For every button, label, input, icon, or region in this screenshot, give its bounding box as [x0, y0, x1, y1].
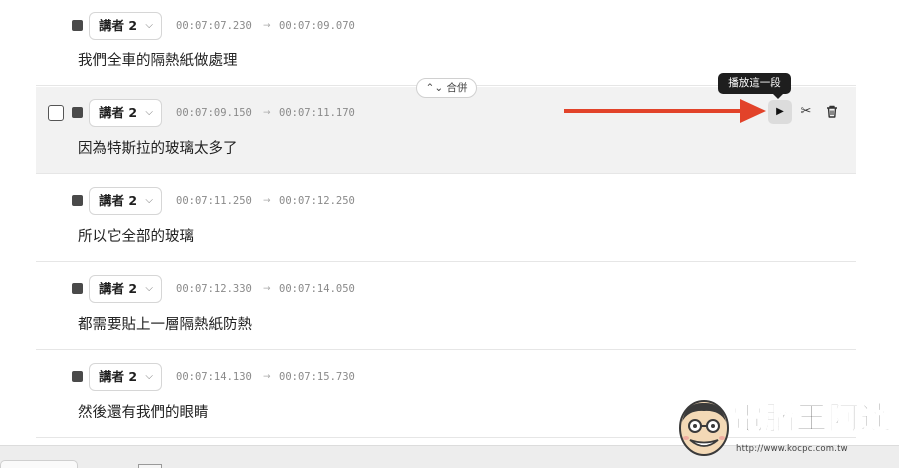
- speaker-dropdown[interactable]: 講者 2 ⌵: [89, 99, 162, 127]
- watermark-logo: 電腦王阿達 http://www.kocpc.com.tw: [672, 396, 894, 464]
- arrow-right-icon: →: [263, 372, 271, 382]
- chevron-down-icon: ⌵: [145, 107, 153, 118]
- arrow-right-icon: →: [263, 108, 271, 118]
- play-icon: ▶: [776, 106, 784, 117]
- end-time[interactable]: 00:07:11.170: [279, 99, 355, 127]
- chevron-down-icon: ⌵: [145, 371, 153, 382]
- start-time[interactable]: 00:07:09.150: [176, 99, 252, 127]
- chevron-down-icon: ⌵: [145, 195, 153, 206]
- arrow-right-icon: →: [263, 284, 271, 294]
- speaker-dropdown[interactable]: 講者 2 ⌵: [89, 363, 162, 391]
- segment-text[interactable]: 我們全車的隔熱紙做處理: [78, 49, 238, 70]
- segment-header: 講者 2 ⌵ 00:07:11.250 → 00:07:12.250: [36, 187, 856, 215]
- arrow-right-icon: →: [263, 21, 271, 31]
- segment-text[interactable]: 都需要貼上一層隔熱紙防熱: [78, 313, 252, 334]
- split-segment-button[interactable]: ✂: [796, 102, 816, 122]
- merge-button[interactable]: ⌃⌄ 合併: [416, 78, 477, 98]
- speaker-dropdown[interactable]: 講者 2 ⌵: [89, 275, 162, 303]
- segment-checkbox[interactable]: [48, 105, 64, 121]
- segment-text[interactable]: 然後還有我們的眼睛: [78, 401, 209, 422]
- start-time[interactable]: 00:07:11.250: [176, 187, 252, 215]
- speaker-dropdown[interactable]: 講者 2 ⌵: [89, 187, 162, 215]
- start-time[interactable]: 00:07:14.130: [176, 363, 252, 391]
- arrow-right-icon: →: [263, 196, 271, 206]
- segment-row[interactable]: 講者 2 ⌵ 00:07:11.250 → 00:07:12.250 所以它全部的…: [36, 175, 856, 262]
- start-time[interactable]: 00:07:07.230: [176, 12, 252, 40]
- chevron-up-down-icon: ⌃⌄: [425, 82, 444, 94]
- play-segment-button[interactable]: ▶: [768, 100, 792, 124]
- segment-row[interactable]: 講者 2 ⌵ 00:07:12.330 → 00:07:14.050 都需要貼上一…: [36, 263, 856, 350]
- speaker-color-swatch: [72, 371, 83, 382]
- segment-header: 講者 2 ⌵ 00:07:12.330 → 00:07:14.050: [36, 275, 856, 303]
- speaker-color-swatch: [72, 195, 83, 206]
- start-time[interactable]: 00:07:12.330: [176, 275, 252, 303]
- watermark-brand: 電腦王阿達: [732, 401, 892, 438]
- speaker-color-swatch: [72, 20, 83, 31]
- end-time[interactable]: 00:07:12.250: [279, 187, 355, 215]
- speaker-dropdown[interactable]: 講者 2 ⌵: [89, 12, 162, 40]
- bottom-tab-small[interactable]: [138, 464, 162, 468]
- play-tooltip: 播放這一段: [718, 73, 791, 99]
- segment-header: 講者 2 ⌵ 00:07:07.230 → 00:07:09.070: [36, 12, 856, 40]
- segment-text[interactable]: 因為特斯拉的玻璃太多了: [78, 137, 238, 158]
- delete-segment-button[interactable]: [822, 102, 842, 122]
- end-time[interactable]: 00:07:14.050: [279, 275, 355, 303]
- segment-header: 講者 2 ⌵ 00:07:14.130 → 00:07:15.730: [36, 363, 856, 391]
- segment-text[interactable]: 所以它全部的玻璃: [78, 225, 194, 246]
- chevron-down-icon: ⌵: [145, 283, 153, 294]
- annotation-arrow: [564, 99, 766, 123]
- scissors-icon: ✂: [800, 104, 812, 119]
- mascot-icon: [679, 400, 729, 456]
- watermark-url: http://www.kocpc.com.tw: [736, 444, 848, 454]
- bottom-tab[interactable]: [0, 460, 78, 468]
- speaker-color-swatch: [72, 283, 83, 294]
- chevron-down-icon: ⌵: [145, 20, 153, 31]
- speaker-color-swatch: [72, 107, 83, 118]
- trash-icon: [827, 105, 837, 118]
- end-time[interactable]: 00:07:15.730: [279, 363, 355, 391]
- end-time[interactable]: 00:07:09.070: [279, 12, 355, 40]
